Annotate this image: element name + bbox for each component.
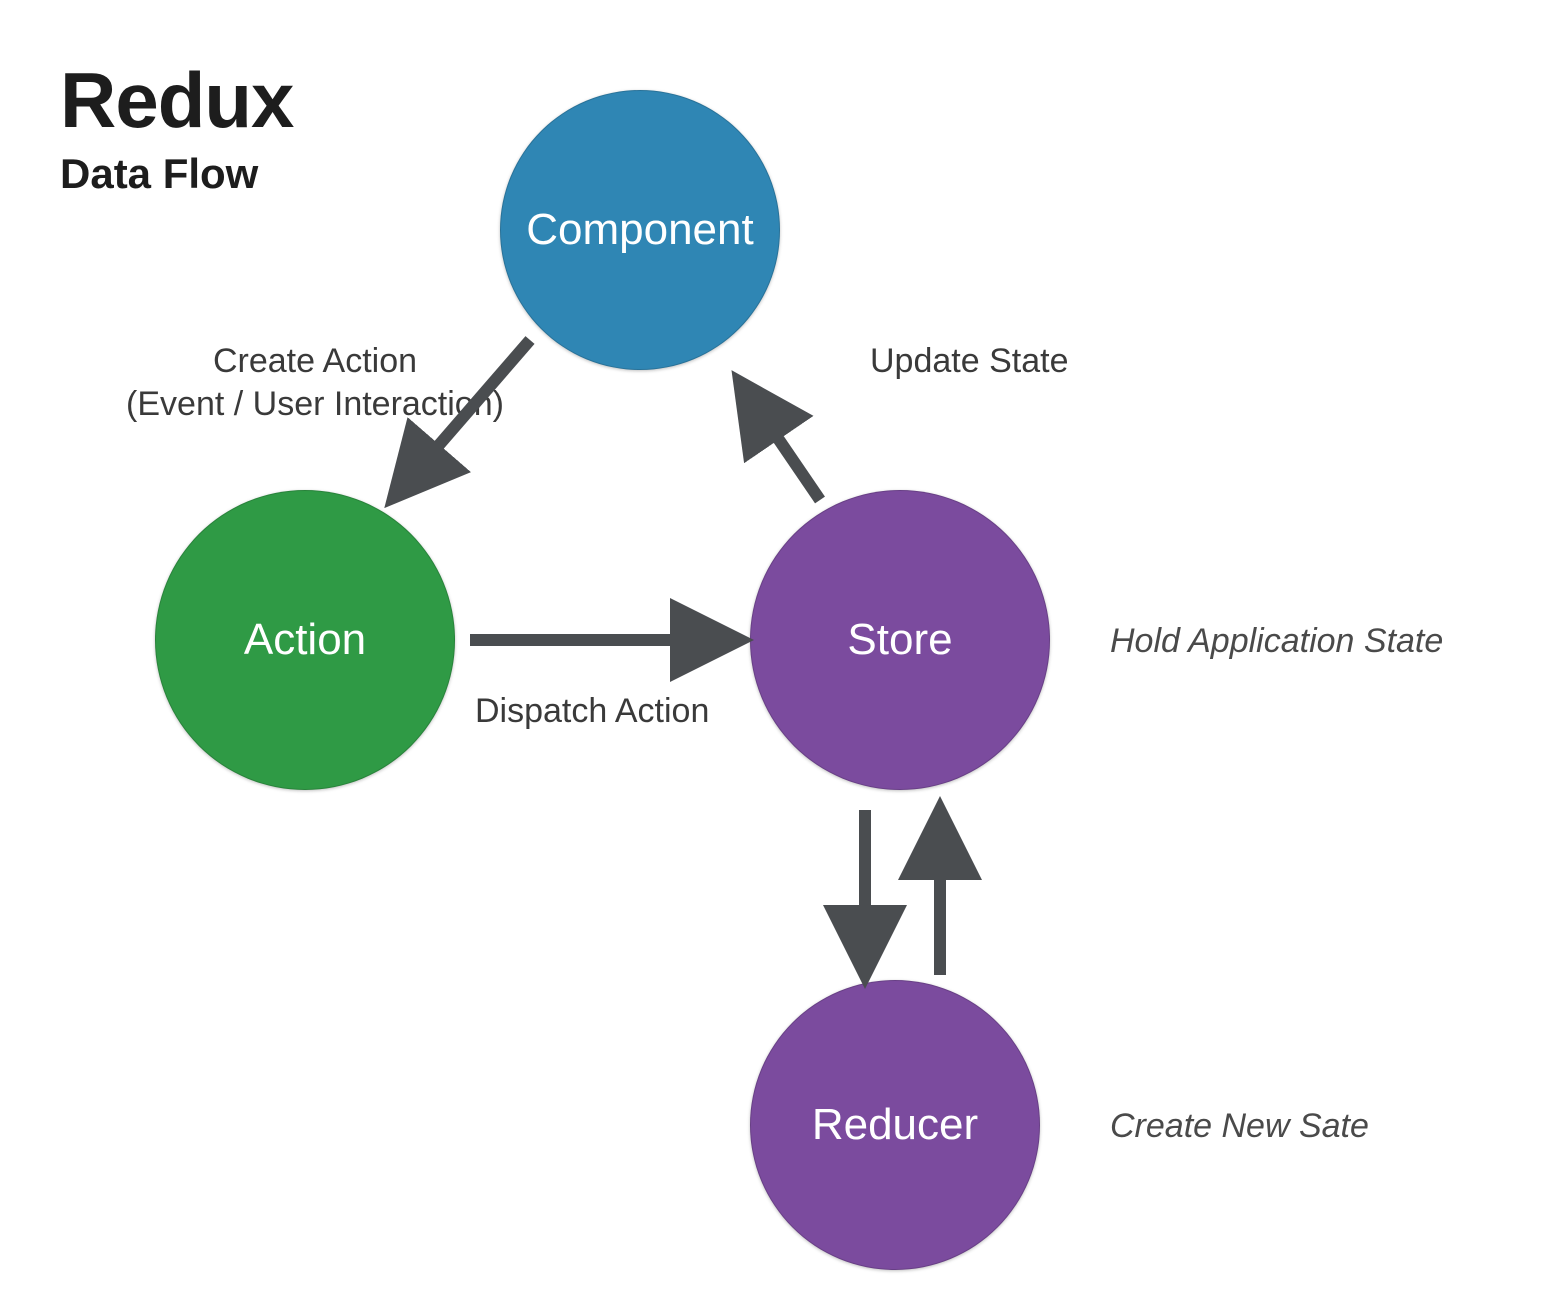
- title-block: Redux Data Flow: [60, 55, 293, 198]
- arrow-store-to-component: [745, 390, 820, 500]
- label-update-state: Update State: [870, 340, 1068, 383]
- node-action-label: Action: [244, 615, 366, 665]
- node-store: Store: [750, 490, 1050, 790]
- page-subtitle: Data Flow: [60, 150, 293, 198]
- node-reducer: Reducer: [750, 980, 1040, 1270]
- page-title: Redux: [60, 55, 293, 146]
- label-dispatch-action: Dispatch Action: [475, 690, 709, 733]
- label-create-action: Create Action (Event / User Interaction): [100, 340, 530, 425]
- node-component-label: Component: [526, 205, 753, 255]
- label-create-new-state: Create New Sate: [1110, 1105, 1369, 1148]
- label-hold-application-state: Hold Application State: [1110, 620, 1443, 663]
- node-component: Component: [500, 90, 780, 370]
- node-store-label: Store: [847, 615, 952, 665]
- diagram-canvas: Redux Data Flow Component Action Store R…: [0, 0, 1558, 1306]
- node-reducer-label: Reducer: [812, 1100, 978, 1150]
- node-action: Action: [155, 490, 455, 790]
